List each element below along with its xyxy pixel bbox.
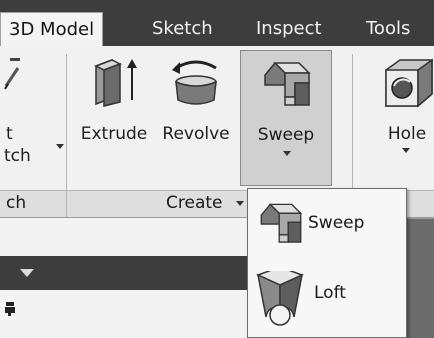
- chevron-down-icon: [56, 144, 64, 149]
- dropdown-item-loft-label: Loft: [314, 283, 346, 303]
- separator: [66, 191, 67, 217]
- dropdown-item-loft[interactable]: Loft: [248, 269, 406, 326]
- sweep-button[interactable]: Sweep: [240, 50, 332, 186]
- sketch-label-line1: t: [6, 124, 13, 144]
- tab-inspect[interactable]: Inspect: [256, 12, 322, 46]
- sweep-dropdown-menu: Sweep Loft: [247, 188, 407, 338]
- loft-icon: [256, 271, 304, 326]
- revolve-icon: [172, 60, 217, 105]
- panel-create-label[interactable]: Create: [166, 193, 223, 213]
- dropdown-item-sweep[interactable]: Sweep: [248, 195, 406, 251]
- dropdown-item-sweep-label: Sweep: [308, 213, 365, 233]
- chevron-down-icon: [402, 148, 410, 153]
- sweep-icon: [260, 203, 303, 243]
- hole-button[interactable]: Hole: [358, 46, 434, 166]
- tab-sketch[interactable]: Sketch: [152, 12, 213, 46]
- revolve-label: Revolve: [162, 124, 230, 144]
- panel-sketch-label: ch: [6, 193, 27, 213]
- extrude-button[interactable]: Extrude: [72, 46, 156, 166]
- sketch-pencil-icon: [4, 58, 20, 90]
- revolve-button[interactable]: Revolve: [156, 46, 236, 166]
- hole-label: Hole: [387, 124, 427, 144]
- browser-header-bar: [0, 256, 250, 290]
- hole-icon: [385, 58, 433, 108]
- chevron-down-icon[interactable]: [20, 269, 34, 277]
- tab-3d-model[interactable]: 3D Model: [0, 12, 104, 46]
- chevron-down-icon[interactable]: [236, 201, 244, 206]
- part-icon[interactable]: [4, 300, 18, 316]
- extrude-icon: [94, 58, 137, 107]
- ribbon-tab-bar: 3D Model Sketch Inspect Tools: [0, 0, 434, 46]
- extrude-label: Extrude: [80, 124, 148, 144]
- sweep-label: Sweep: [257, 125, 315, 145]
- create-sketch-button[interactable]: t tch: [0, 46, 64, 186]
- sweep-icon: [264, 61, 311, 106]
- tab-tools[interactable]: Tools: [366, 12, 410, 46]
- chevron-down-icon: [283, 151, 291, 156]
- sketch-label-line2: tch: [4, 146, 31, 166]
